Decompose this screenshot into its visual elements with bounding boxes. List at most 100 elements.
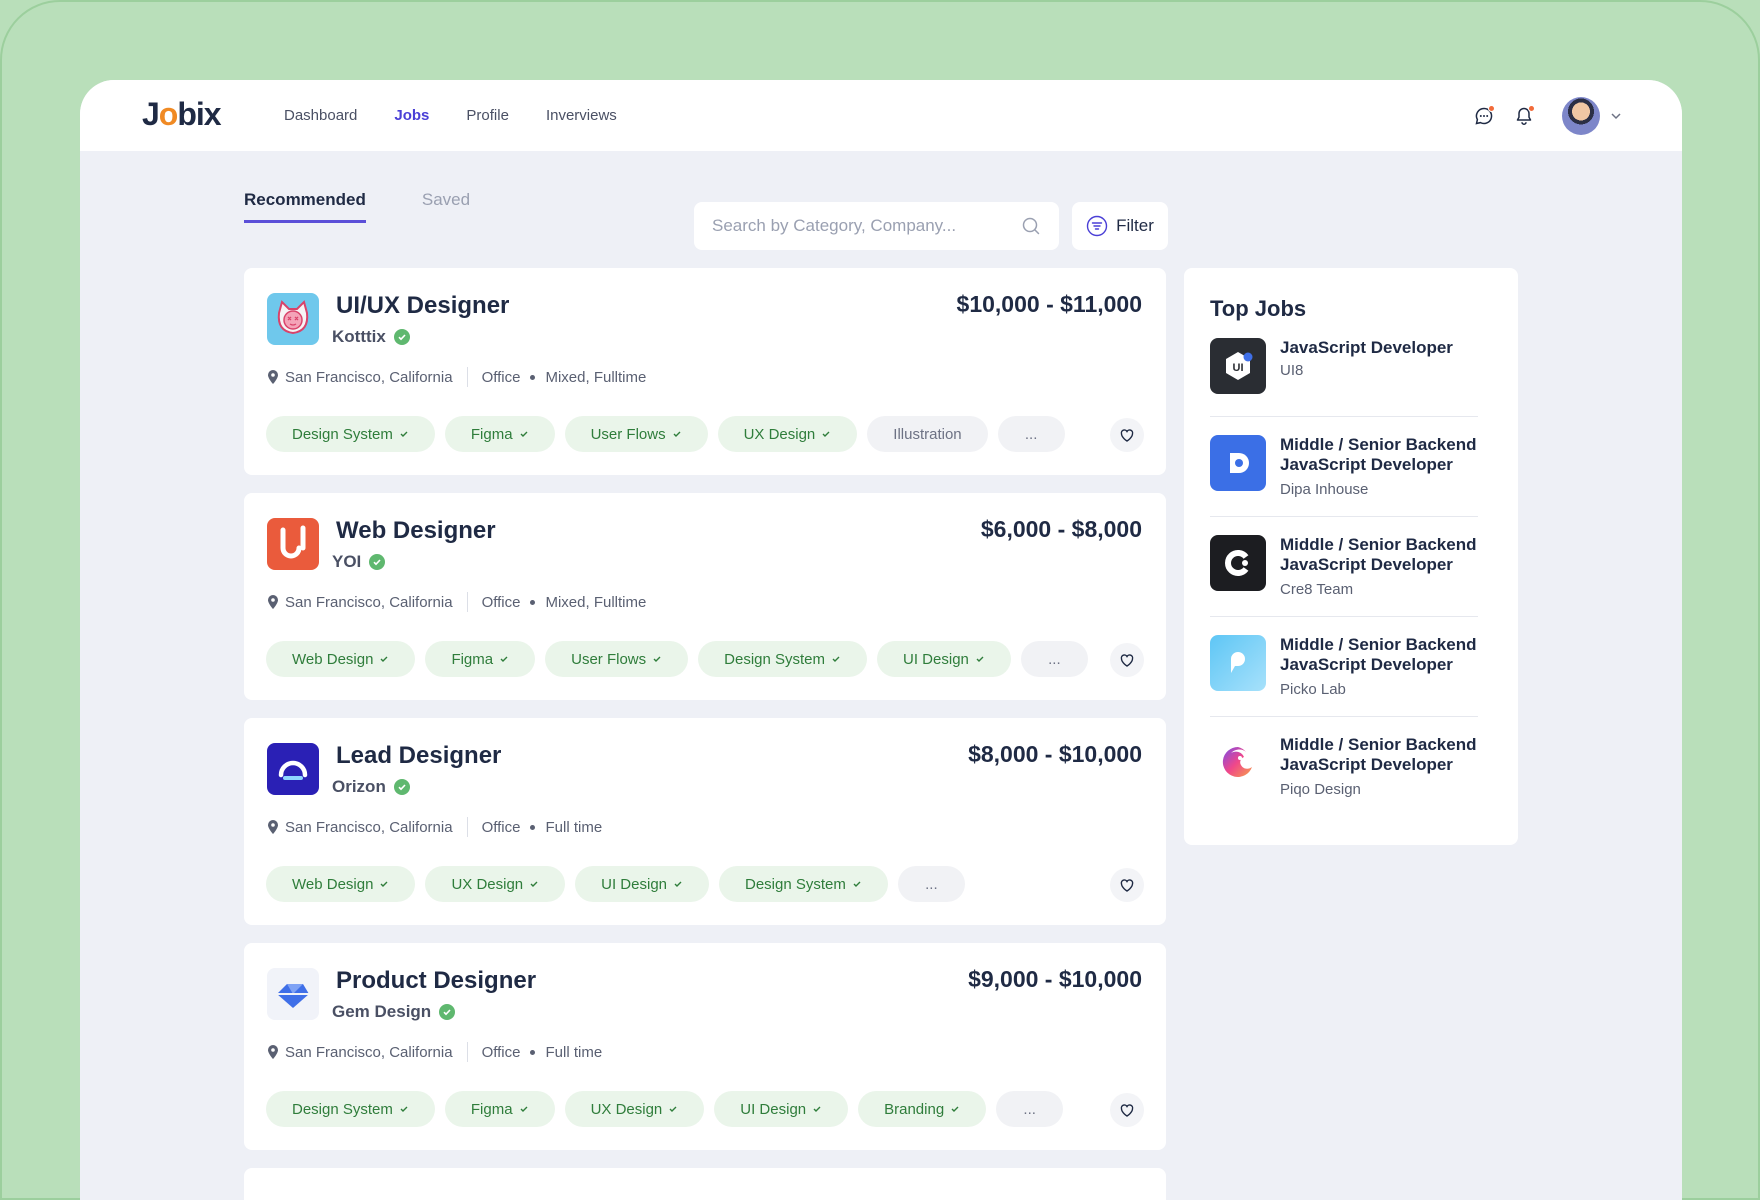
top-job-item[interactable]: Middle / Senior Backend JavaScript Devel… (1210, 435, 1478, 505)
skill-tag[interactable]: User Flows (545, 641, 689, 677)
more-tags-button[interactable]: ... (996, 1091, 1064, 1127)
skill-tag[interactable]: UX Design (717, 416, 858, 452)
company-row: YOI (332, 552, 386, 572)
job-title[interactable]: UI/UX Designer (336, 292, 509, 320)
top-job-item[interactable]: Middle / Senior Backend JavaScript Devel… (1210, 735, 1478, 805)
skill-tag[interactable]: UX Design (564, 1091, 705, 1127)
skill-tags: Web Design Figma User Flows Design Syste… (266, 641, 1098, 677)
tag-label: UI Design (601, 875, 667, 893)
skill-tag[interactable]: Design System (698, 641, 868, 677)
job-title[interactable]: Product Designer (336, 967, 536, 995)
user-avatar[interactable] (1562, 96, 1600, 135)
tag-label: UI Design (740, 1100, 807, 1118)
more-tags-button[interactable]: ... (1020, 641, 1088, 677)
top-jobs-panel: Top Jobs UI JavaScript Developer UI8 Mid… (1184, 268, 1518, 845)
company-name[interactable]: YOI (332, 552, 361, 572)
job-title[interactable]: Lead Designer (336, 742, 501, 770)
skill-tag[interactable]: UI Design (575, 866, 709, 902)
messages-button[interactable] (1472, 104, 1496, 128)
top-job-item[interactable]: Middle / Senior Backend JavaScript Devel… (1210, 635, 1478, 705)
company-logo (267, 743, 319, 795)
chevron-down-icon[interactable] (1610, 110, 1622, 122)
tag-label: Web Design (292, 650, 374, 668)
skill-tag[interactable]: User Flows (564, 416, 708, 452)
skill-tags: Design System Figma UX Design UI Design … (266, 1091, 1073, 1127)
skill-tag-unmatched[interactable]: Illustration (867, 416, 988, 452)
job-card[interactable]: Product Designer Gem Design $9,000 - $10… (244, 943, 1166, 1150)
yoi-logo-icon (280, 525, 306, 559)
job-card-partial[interactable] (244, 1168, 1166, 1200)
tag-label: Figma (451, 650, 494, 668)
nav-profile[interactable]: Profile (466, 107, 509, 124)
search-input[interactable] (712, 216, 1021, 236)
save-job-button[interactable] (1110, 868, 1144, 902)
salary-range: $9,000 - $10,000 (968, 966, 1142, 992)
top-jobs-divider (1210, 716, 1478, 717)
check-icon (530, 881, 538, 887)
top-jobs-divider (1210, 616, 1478, 617)
top-job-item[interactable]: UI JavaScript Developer UI8 (1210, 338, 1478, 394)
save-job-button[interactable] (1110, 418, 1144, 452)
heart-icon (1120, 1104, 1134, 1117)
job-location: San Francisco, California (285, 818, 453, 836)
company-logo (267, 293, 319, 345)
top-job-item[interactable]: Middle / Senior Backend JavaScript Devel… (1210, 535, 1478, 605)
tab-recommended[interactable]: Recommended (244, 190, 366, 223)
check-icon (813, 1106, 821, 1112)
top-job-title[interactable]: JavaScript Developer (1280, 338, 1480, 358)
job-tabs: Recommended Saved (244, 190, 526, 223)
location-pin-icon (268, 595, 278, 609)
search-icon[interactable] (1021, 216, 1041, 236)
check-icon (976, 656, 984, 662)
skill-tag[interactable]: Design System (719, 866, 888, 902)
skill-tag[interactable]: UX Design (425, 866, 566, 902)
orizon-logo-icon (278, 760, 308, 780)
job-meta: San Francisco, California Office Mixed, … (266, 592, 646, 612)
skill-tag[interactable]: UI Design (714, 1091, 849, 1127)
app-window: Jobix Dashboard Jobs Profile Inverviews (80, 80, 1682, 1200)
skill-tag[interactable]: Figma (444, 416, 555, 452)
notifications-button[interactable] (1512, 104, 1536, 128)
job-card[interactable]: Lead Designer Orizon $8,000 - $10,000 Sa… (244, 718, 1166, 925)
company-name[interactable]: Kotttix (332, 327, 386, 347)
company-name[interactable]: Gem Design (332, 1002, 431, 1022)
logo-o: o (158, 96, 179, 132)
check-icon (822, 431, 830, 437)
nav-interviews[interactable]: Inverviews (546, 107, 617, 124)
nav-dashboard[interactable]: Dashboard (284, 107, 357, 124)
job-title[interactable]: Web Designer (336, 517, 496, 545)
top-job-title[interactable]: Middle / Senior Backend JavaScript Devel… (1280, 535, 1480, 575)
tab-saved[interactable]: Saved (422, 190, 470, 223)
top-job-title[interactable]: Middle / Senior Backend JavaScript Devel… (1280, 635, 1480, 675)
more-tags-button[interactable]: ... (897, 866, 965, 902)
job-card[interactable]: Web Designer YOI $6,000 - $8,000 San Fra… (244, 493, 1166, 700)
save-job-button[interactable] (1110, 1093, 1144, 1127)
nav-jobs[interactable]: Jobs (394, 107, 429, 124)
skill-tag[interactable]: Figma (444, 1091, 555, 1127)
top-job-title[interactable]: Middle / Senior Backend JavaScript Devel… (1280, 735, 1480, 775)
meta-bullet (530, 374, 536, 380)
tag-label: User Flows (590, 425, 666, 443)
skill-tag[interactable]: Design System (266, 1091, 435, 1127)
skill-tag[interactable]: Branding (858, 1091, 987, 1127)
skill-tag[interactable]: Web Design (266, 641, 416, 677)
check-icon (653, 656, 661, 662)
job-list: UI/UX Designer Kotttix $10,000 - $11,000… (244, 268, 1166, 1200)
skill-tags: Web Design UX Design UI Design Design Sy… (266, 866, 975, 902)
filter-button[interactable]: Filter (1072, 202, 1168, 250)
verified-check-icon (393, 329, 410, 345)
tag-label: User Flows (571, 650, 647, 668)
company-name[interactable]: Orizon (332, 777, 386, 797)
job-card[interactable]: UI/UX Designer Kotttix $10,000 - $11,000… (244, 268, 1166, 475)
app-logo[interactable]: Jobix (142, 96, 222, 133)
skill-tag[interactable]: Design System (266, 416, 435, 452)
skill-tag[interactable]: Figma (425, 641, 536, 677)
top-job-title[interactable]: Middle / Senior Backend JavaScript Devel… (1280, 435, 1480, 475)
more-tags-button[interactable]: ... (997, 416, 1065, 452)
salary-range: $8,000 - $10,000 (968, 741, 1142, 767)
save-job-button[interactable] (1110, 643, 1144, 677)
skill-tag[interactable]: Web Design (266, 866, 416, 902)
check-icon (669, 1106, 677, 1112)
picko-logo-icon (1210, 635, 1266, 691)
skill-tag[interactable]: UI Design (877, 641, 1011, 677)
